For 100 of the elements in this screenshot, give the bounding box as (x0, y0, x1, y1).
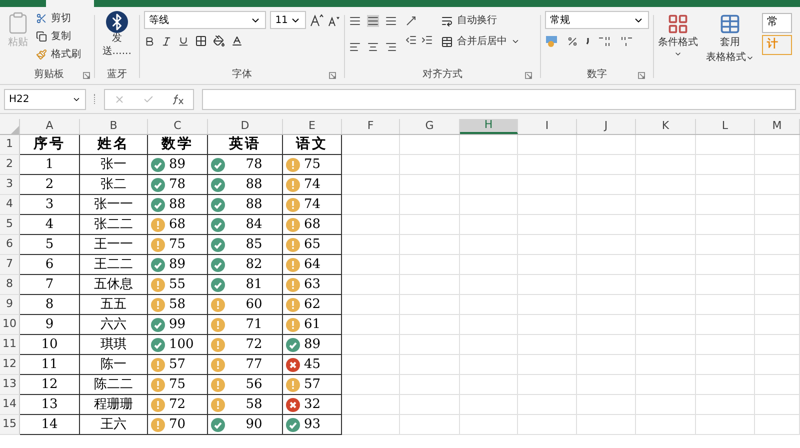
row-header[interactable]: 6 (0, 235, 20, 254)
bluetooth-send-button[interactable]: 发送...... (94, 11, 140, 58)
table-cell-text: 78 (169, 176, 186, 194)
table-cell-text: 78 (246, 156, 262, 174)
row-header[interactable]: 13 (0, 375, 20, 394)
font-name-field[interactable]: 等线 (144, 11, 266, 29)
dialog-launcher-icon[interactable] (329, 72, 336, 78)
percent-icon[interactable] (566, 36, 578, 46)
middle-align-icon[interactable] (367, 15, 380, 27)
table-cell-text: 57 (169, 356, 186, 374)
row-header[interactable]: 5 (0, 215, 20, 234)
table-cell-text: 63 (304, 276, 321, 294)
group-label: 蓝牙 (106, 70, 127, 80)
format-as-table-button[interactable]: 套用 表格格式 (706, 13, 754, 82)
increase-indent-icon[interactable] (421, 34, 434, 46)
row-header[interactable]: 9 (0, 295, 20, 314)
table-cell-text: 张二二 (94, 216, 133, 234)
wrap-text-button[interactable]: 自动换行 (441, 13, 520, 28)
table-cell-text: 4 (45, 216, 54, 234)
align-center-icon[interactable] (367, 41, 380, 53)
fill-color-icon[interactable] (213, 35, 226, 47)
row-header[interactable]: 12 (0, 355, 20, 374)
table-cell-text: 81 (246, 276, 262, 294)
dialog-launcher-icon[interactable] (82, 72, 90, 78)
table-cell-text: 75 (169, 376, 186, 394)
dialog-launcher-icon[interactable] (638, 72, 645, 78)
table-cell-text: 五五 (100, 296, 126, 314)
row-header[interactable]: 2 (0, 155, 20, 174)
align-left-icon[interactable] (349, 41, 362, 53)
row-header[interactable]: 7 (0, 255, 20, 274)
table-cell-text: 3 (45, 196, 54, 214)
font-size-field[interactable]: 11 (270, 11, 306, 29)
column-header[interactable]: K (636, 119, 696, 134)
align-right-icon[interactable] (385, 41, 398, 53)
column-title: 英语 (229, 135, 261, 154)
row-header[interactable]: 1 (0, 135, 20, 154)
function-icon[interactable] (172, 94, 184, 104)
table-cell-text: 90 (246, 416, 262, 434)
table-cell-text: 5 (45, 236, 54, 254)
bottom-align-icon[interactable] (385, 15, 398, 27)
row-header[interactable]: 8 (0, 275, 20, 294)
top-align-icon[interactable] (349, 15, 362, 27)
formula-field[interactable] (202, 88, 796, 110)
table-cell-text: 六六 (100, 316, 126, 334)
italic-icon[interactable] (161, 36, 172, 46)
table-cell-text: 13 (41, 396, 58, 414)
column-header[interactable]: E (283, 119, 342, 134)
table-cell-text: 82 (246, 256, 262, 274)
row-header[interactable]: 4 (0, 195, 20, 214)
conditional-format-button[interactable]: 条件格式 (658, 13, 698, 82)
copy-button[interactable]: 复制 (36, 29, 81, 44)
table-cell-text: 6 (45, 256, 54, 274)
row-header[interactable]: 10 (0, 315, 20, 334)
table-cell-text: 张一一 (94, 196, 133, 214)
decrease-indent-icon[interactable] (405, 34, 418, 46)
font-color-icon[interactable] (231, 35, 244, 47)
number-format-field[interactable]: 常规 (544, 11, 649, 29)
table-cell-text: 57 (304, 376, 321, 394)
table-cell-text: 99 (169, 316, 186, 334)
row-header[interactable]: 15 (0, 415, 20, 434)
table-cell-text: 65 (304, 236, 321, 254)
grow-font-icon[interactable] (310, 13, 324, 27)
column-header[interactable]: D (208, 119, 283, 134)
column-header[interactable]: L (696, 119, 755, 134)
column-title: 语文 (296, 135, 328, 154)
borders-icon[interactable] (195, 35, 208, 47)
column-header[interactable]: A (20, 119, 80, 134)
table-cell-text: 王一一 (94, 236, 133, 254)
shrink-font-icon[interactable] (328, 15, 340, 27)
table-cell-text: 56 (246, 376, 262, 394)
dialog-launcher-icon[interactable] (524, 72, 532, 78)
column-header[interactable]: C (148, 119, 208, 134)
table-cell-text: 72 (246, 336, 262, 354)
table-cell-text: 王二二 (94, 256, 133, 274)
name-box[interactable]: H22 (4, 88, 86, 110)
table-cell-text: 77 (246, 356, 262, 374)
underline-icon[interactable] (178, 36, 190, 46)
row-header[interactable]: 3 (0, 175, 20, 194)
table-cell-text: 张一 (100, 156, 126, 174)
table-cell-text: 45 (304, 356, 321, 374)
bold-icon[interactable] (144, 36, 156, 46)
row-header[interactable]: 11 (0, 335, 20, 354)
table-cell-text: 32 (304, 396, 321, 414)
table-cell-text: 王六 (100, 416, 126, 434)
merge-cells-icon (441, 36, 454, 48)
comma-icon[interactable] (586, 37, 590, 45)
cut-button[interactable]: 剪切 (36, 11, 81, 26)
paintbrush-icon (36, 49, 47, 60)
column-header[interactable]: I (518, 119, 577, 134)
column-header[interactable]: B (80, 119, 148, 134)
format-painter-button[interactable]: 格式刷 (36, 47, 81, 62)
normal-style-cell[interactable]: 常 (762, 13, 792, 33)
table-cell-text: 11 (41, 356, 58, 374)
table-cell-text: 60 (246, 296, 262, 314)
row-header[interactable]: 14 (0, 395, 20, 414)
column-header[interactable]: M (755, 119, 800, 134)
column-header[interactable]: J (577, 119, 636, 134)
column-header[interactable]: F (342, 119, 400, 134)
merge-center-button[interactable]: 合并后居中 (441, 34, 520, 49)
column-header[interactable]: H (460, 119, 518, 134)
